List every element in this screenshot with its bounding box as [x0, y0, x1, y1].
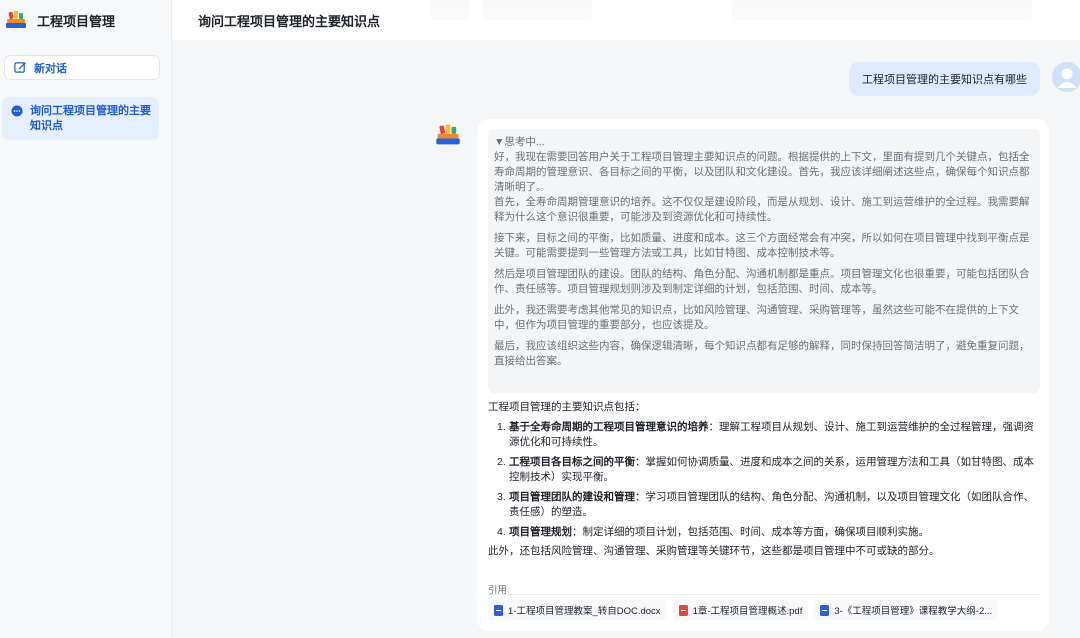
list-item-title: 项目管理规划	[509, 525, 572, 538]
scrolled-content-fade	[430, 0, 470, 20]
word-file-icon	[820, 604, 830, 616]
brand: 工程项目管理	[4, 8, 115, 32]
list-item-title: 工程项目各目标之间的平衡	[509, 455, 635, 468]
user-message-text: 工程项目管理的主要知识点有哪些	[862, 74, 1027, 86]
new-chat-label: 新对话	[34, 62, 67, 75]
list-item-title: 项目管理团队的建设和管理	[509, 490, 635, 503]
list-item: 2. 工程项目各目标之间的平衡：掌握如何协调质量、进度和成本之间的关系，运用管理…	[488, 455, 1044, 486]
citation-label: 1章-工程项目管理概述.pdf	[692, 606, 803, 617]
list-number: 2.	[497, 455, 506, 468]
citation-doc-2[interactable]: 1章-工程项目管理概述.pdf	[672, 600, 809, 620]
chat-bubble-icon	[11, 105, 23, 117]
pdf-file-icon	[678, 604, 688, 616]
thinking-paragraph: 此外，我还需要考虑其他常见的知识点，比如风险管理、沟通管理、采购管理等，虽然这些…	[494, 304, 1019, 331]
answer-intro: 工程项目管理的主要知识点包括：	[488, 401, 646, 413]
scrolled-content-fade	[732, 0, 1032, 20]
citation-doc-1[interactable]: 1-工程项目管理教案_转自DOC.docx	[488, 600, 667, 620]
thinking-panel: ▼思考中... 好，我现在需要回答用户关于工程项目管理主要知识点的问题。根据提供…	[488, 129, 1040, 393]
user-message: 工程项目管理的主要知识点有哪些	[849, 62, 1040, 96]
list-item: 3. 项目管理团队的建设和管理：学习项目管理团队的结构、角色分配、沟通机制，以及…	[488, 490, 1044, 521]
chat-header: 询问工程项目管理的主要知识点	[172, 0, 1080, 40]
word-file-icon	[494, 604, 503, 616]
assistant-message: ▼思考中... 好，我现在需要回答用户关于工程项目管理主要知识点的问题。根据提供…	[477, 119, 1049, 631]
answer-body: 工程项目管理的主要知识点包括： 1. 基于全寿命周期的工程项目管理意识的培养：理…	[488, 400, 1044, 560]
list-number: 4.	[497, 525, 506, 538]
list-item-title: 基于全寿命周期的工程项目管理意识的培养	[509, 420, 709, 433]
list-item: 1. 基于全寿命周期的工程项目管理意识的培养：理解工程项目从规划、设计、施工到运…	[488, 420, 1044, 451]
sidebar: 工程项目管理 新对话 询问工程项目管理的主要知识点	[0, 0, 172, 638]
thinking-paragraph: 接下来，目标之间的平衡，比如质量、进度和成本。这三个方面经常会有冲突，所以如何在…	[494, 232, 1030, 259]
thinking-paragraph: 然后是项目管理团队的建设。团队的结构、角色分配、沟通机制都是重点。项目管理文化也…	[494, 268, 1030, 295]
citation-list: 1-工程项目管理教案_转自DOC.docx 1章-工程项目管理概述.pdf 3-…	[488, 600, 999, 620]
list-number: 1.	[497, 420, 506, 433]
list-item-text: ：制定详细的项目计划，包括范围、时间、成本等方面，确保项目顺利实施。	[572, 525, 929, 538]
conversation-item[interactable]: 询问工程项目管理的主要知识点	[2, 97, 159, 140]
user-avatar-icon	[1052, 62, 1080, 92]
conversation-label: 询问工程项目管理的主要知识点	[30, 105, 151, 132]
chat-area: 询问工程项目管理的主要知识点 工程项目管理的主要知识点有哪些 ▼思考中... 好…	[172, 0, 1080, 638]
books-icon	[436, 124, 460, 145]
list-number: 3.	[497, 490, 506, 503]
answer-list: 1. 基于全寿命周期的工程项目管理意识的培养：理解工程项目从规划、设计、施工到运…	[488, 420, 1044, 541]
books-icon	[6, 11, 26, 28]
thinking-paragraph: 最后，我应该组织这些内容，确保逻辑清晰，每个知识点都有足够的解释，同时保持回答简…	[494, 340, 1030, 367]
scrolled-content-fade	[482, 0, 592, 20]
thinking-paragraph: 好，我现在需要回答用户关于工程项目管理主要知识点的问题。根据提供的上下文，里面有…	[494, 151, 1030, 193]
citation-label: 3-《工程项目管理》课程教学大纲-2...	[834, 606, 993, 617]
page-title: 询问工程项目管理的主要知识点	[198, 14, 381, 29]
new-chat-button[interactable]: 新对话	[4, 55, 160, 80]
divider	[488, 594, 1040, 595]
app-title: 工程项目管理	[37, 13, 116, 29]
edit-icon	[14, 62, 26, 73]
thinking-toggle[interactable]: ▼思考中...	[494, 135, 1034, 150]
citation-label: 1-工程项目管理教案_转自DOC.docx	[508, 606, 661, 617]
citation-doc-3[interactable]: 3-《工程项目管理》课程教学大纲-2...	[814, 600, 999, 620]
list-item: 4. 项目管理规划：制定详细的项目计划，包括范围、时间、成本等方面，确保项目顺利…	[488, 525, 1044, 541]
thinking-paragraph: 首先，全寿命周期管理意识的培养。这不仅仅是建设阶段，而是从规划、设计、施工到运营…	[494, 196, 1030, 223]
answer-outro: 此外，还包括风险管理、沟通管理、采购管理等关键环节，这些都是项目管理中不可或缺的…	[488, 545, 940, 557]
